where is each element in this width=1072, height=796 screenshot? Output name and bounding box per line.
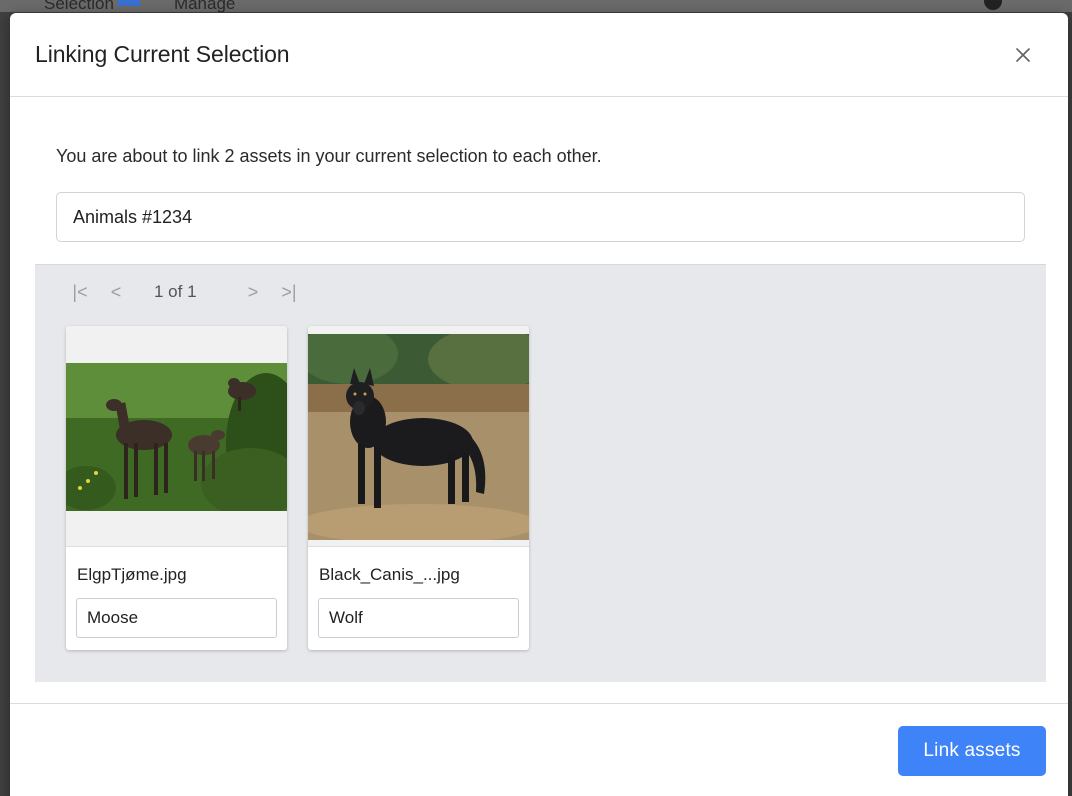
asset-thumbnail	[66, 326, 287, 547]
background-avatar	[984, 0, 1002, 10]
link-assets-dialog: Linking Current Selection You are about …	[10, 13, 1068, 796]
page-status: 1 of 1	[154, 282, 197, 301]
pagination: |< < 1 of 1 > >|	[65, 280, 304, 304]
next-page-button[interactable]: >	[238, 282, 268, 303]
background-tab-selection: Selection	[44, 0, 140, 13]
asset-card[interactable]: Black_Canis_...jpg	[308, 326, 529, 650]
wolf-photo	[308, 334, 529, 540]
close-icon	[1016, 47, 1030, 62]
asset-label-input[interactable]	[76, 598, 277, 638]
first-page-button[interactable]: |<	[65, 282, 95, 303]
close-button[interactable]	[1007, 39, 1039, 71]
background-tab-manage: Manage	[173, 0, 236, 13]
previous-page-button[interactable]: <	[101, 282, 131, 303]
dialog-footer: Link assets	[10, 703, 1068, 796]
asset-filename: ElgpTjøme.jpg	[77, 565, 187, 584]
link-name-input[interactable]	[56, 192, 1025, 242]
moose-photo	[66, 363, 287, 511]
asset-filename: Black_Canis_...jpg	[319, 565, 460, 584]
asset-thumbnail	[308, 326, 529, 547]
assets-panel: |< < 1 of 1 > >| ElgpTjøme.jpg Moose Bla…	[35, 264, 1046, 682]
background-tabs: Selection Manage	[44, 0, 236, 13]
link-assets-button[interactable]: Link assets	[898, 726, 1046, 776]
last-page-button[interactable]: >|	[274, 282, 304, 303]
selection-count-badge	[117, 0, 140, 6]
intro-text: You are about to link 2 assets in your c…	[56, 146, 602, 166]
dialog-title: Linking Current Selection	[35, 41, 290, 67]
asset-card[interactable]: ElgpTjøme.jpg	[66, 326, 287, 650]
dialog-header: Linking Current Selection	[10, 13, 1068, 97]
asset-label-input[interactable]	[318, 598, 519, 638]
